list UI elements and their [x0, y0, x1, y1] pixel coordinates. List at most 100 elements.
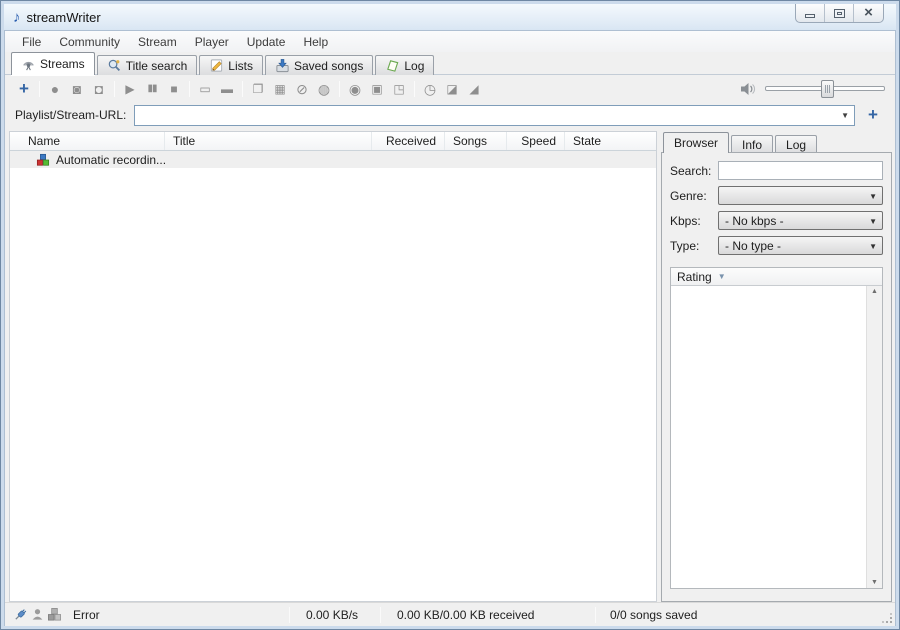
- status-segment-received: 0.00 KB/0.00 KB received: [381, 603, 595, 626]
- side-panel: Browser Info Log Search: Genre: ▼: [661, 131, 892, 602]
- table-empty-area[interactable]: [10, 168, 656, 601]
- app-music-note-icon: ♪: [13, 10, 21, 25]
- clock-icon: ◷: [424, 81, 436, 97]
- import-button[interactable]: ◳: [388, 78, 410, 100]
- type-value: - No type -: [725, 239, 781, 253]
- speed-value: 0.00 KB/s: [306, 608, 358, 622]
- toolbar-separator: [189, 81, 190, 97]
- volume-slider[interactable]: [765, 86, 885, 91]
- rating-list[interactable]: [671, 286, 866, 588]
- savelist-button[interactable]: ▦: [269, 78, 291, 100]
- remove-button[interactable]: ▬: [216, 78, 238, 100]
- resize-grip[interactable]: [881, 612, 893, 624]
- equalizer-button[interactable]: ▣: [366, 78, 388, 100]
- rating-column-header[interactable]: Rating ▼: [671, 268, 882, 286]
- close-button[interactable]: ×: [854, 4, 883, 22]
- url-row: Playlist/Stream-URL: ▼ +: [5, 102, 895, 128]
- window-title: streamWriter: [27, 10, 101, 25]
- table-row[interactable]: Automatic recordin...: [10, 151, 656, 168]
- type-dropdown[interactable]: - No type - ▼: [718, 236, 883, 255]
- tab-log[interactable]: Log: [375, 55, 434, 75]
- stop-button[interactable]: ■: [163, 78, 185, 100]
- cut-song-button[interactable]: ◉: [344, 78, 366, 100]
- rename-icon: ▭: [199, 81, 210, 97]
- play-button[interactable]: ▶: [119, 78, 141, 100]
- stop-after-song-icon: ◍: [318, 81, 330, 97]
- menu-file[interactable]: File: [13, 33, 50, 51]
- settings-button[interactable]: ◪: [441, 78, 463, 100]
- scroll-up-icon[interactable]: ▲: [871, 288, 878, 295]
- menu-player[interactable]: Player: [186, 33, 238, 51]
- url-add-button[interactable]: +: [861, 104, 885, 126]
- genre-dropdown[interactable]: ▼: [718, 186, 883, 205]
- url-input[interactable]: [134, 105, 855, 126]
- search-input[interactable]: [718, 161, 883, 180]
- tab-lists[interactable]: Lists: [199, 55, 263, 75]
- column-header-speed[interactable]: Speed: [507, 132, 565, 150]
- tab-browser[interactable]: Browser: [663, 132, 729, 153]
- play-icon: ▶: [125, 81, 134, 97]
- toolbar-separator: [414, 81, 415, 97]
- minimize-button[interactable]: [796, 4, 825, 22]
- maximize-icon: [834, 9, 845, 18]
- pause-record-icon: ◘: [95, 81, 103, 97]
- tab-log-side[interactable]: Log: [775, 135, 817, 153]
- copy-button[interactable]: ❐: [247, 78, 269, 100]
- volume-control: [740, 82, 885, 96]
- kbps-dropdown[interactable]: - No kbps - ▼: [718, 211, 883, 230]
- titlebar[interactable]: ♪ streamWriter ×: [4, 4, 896, 30]
- tab-info[interactable]: Info: [731, 135, 773, 153]
- rating-scrollbar[interactable]: ▲ ▼: [866, 286, 882, 588]
- genre-dropdown-arrow-icon: ▼: [869, 192, 877, 201]
- scroll-down-icon[interactable]: ▼: [871, 579, 878, 586]
- songs-saved-value: 0/0 songs saved: [610, 608, 697, 622]
- tab-streams-label: Streams: [40, 57, 85, 71]
- tab-log-label: Log: [404, 59, 424, 73]
- main-area: Name Title Received Songs Speed State Au…: [5, 128, 895, 602]
- tab-title-search[interactable]: Title search: [97, 55, 198, 75]
- note-icon: [385, 58, 400, 73]
- stop-after-song-button[interactable]: ◍: [313, 78, 335, 100]
- menu-community[interactable]: Community: [50, 33, 129, 51]
- cut-song-icon: ◉: [349, 81, 361, 97]
- auto-record-status-icon: [47, 607, 62, 622]
- pause-button[interactable]: ▮▮: [141, 78, 163, 100]
- column-header-songs[interactable]: Songs: [445, 132, 507, 150]
- column-header-received[interactable]: Received: [372, 132, 445, 150]
- minimize-icon: [805, 14, 815, 18]
- schedule-button[interactable]: ◷: [419, 78, 441, 100]
- rating-header-label: Rating: [677, 270, 712, 284]
- antenna-icon: [21, 57, 36, 72]
- menu-help[interactable]: Help: [294, 33, 337, 51]
- cleanup-button[interactable]: ◢: [463, 78, 485, 100]
- menu-stream[interactable]: Stream: [129, 33, 186, 51]
- tab-streams[interactable]: Streams: [11, 52, 95, 75]
- tab-saved-songs[interactable]: Saved songs: [265, 55, 373, 75]
- type-label: Type:: [670, 239, 718, 253]
- kbps-label: Kbps:: [670, 214, 718, 228]
- type-dropdown-arrow-icon: ▼: [869, 242, 877, 251]
- maximize-button[interactable]: [825, 4, 854, 22]
- sort-descending-icon: ▼: [718, 272, 726, 281]
- rating-list-box: Rating ▼ ▲ ▼: [670, 267, 883, 589]
- rename-button[interactable]: ▭: [194, 78, 216, 100]
- side-tab-bar: Browser Info Log: [661, 131, 892, 152]
- column-header-title[interactable]: Title: [165, 132, 372, 150]
- add-stream-button[interactable]: +: [13, 78, 35, 100]
- column-header-name[interactable]: Name: [10, 132, 165, 150]
- kbps-field-row: Kbps: - No kbps - ▼: [670, 211, 883, 230]
- settings-icon: ◪: [446, 81, 457, 97]
- streams-table: Name Title Received Songs Speed State Au…: [9, 131, 657, 602]
- blacklist-button[interactable]: ⊘: [291, 78, 313, 100]
- blacklist-icon: ⊘: [296, 81, 308, 97]
- volume-slider-thumb[interactable]: [821, 80, 834, 98]
- url-dropdown-arrow-icon[interactable]: ▼: [841, 111, 849, 120]
- pause-record-button[interactable]: ◘: [88, 78, 110, 100]
- genre-label: Genre:: [670, 189, 718, 203]
- stop-record-button[interactable]: ◙: [66, 78, 88, 100]
- record-button[interactable]: ●: [44, 78, 66, 100]
- column-header-state[interactable]: State: [565, 132, 656, 150]
- window-controls: ×: [795, 4, 884, 23]
- url-combobox: ▼: [134, 105, 855, 126]
- menu-update[interactable]: Update: [238, 33, 295, 51]
